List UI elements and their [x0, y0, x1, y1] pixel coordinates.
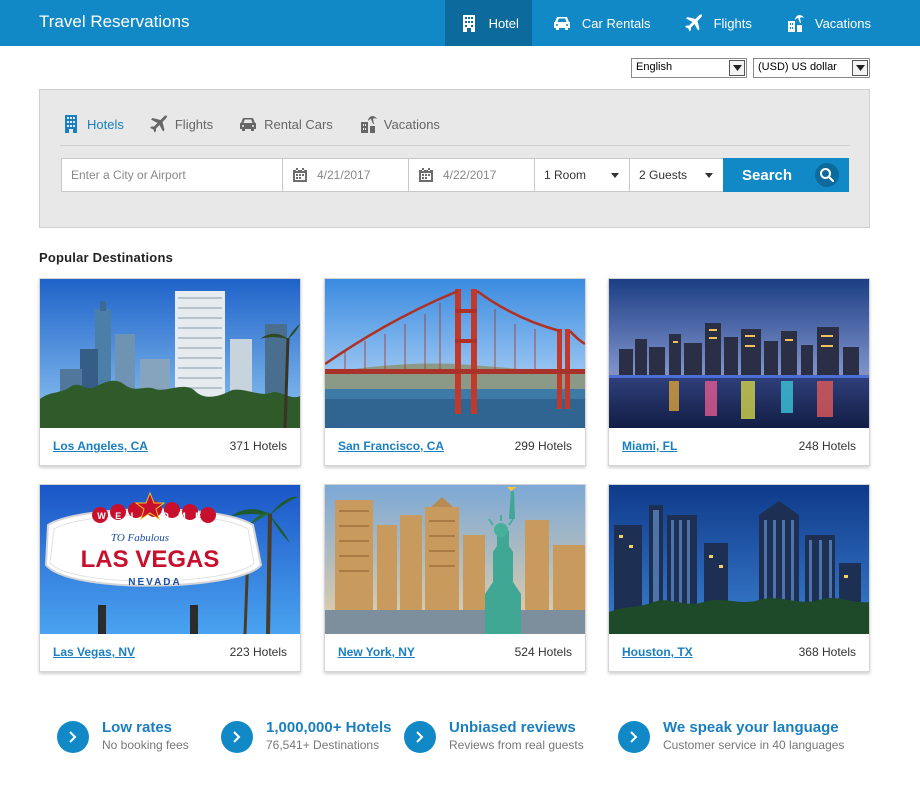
chevron-down-icon [852, 60, 868, 76]
chevron-right-icon[interactable] [404, 721, 436, 753]
hotel-count: 368 Hotels [798, 645, 856, 659]
dropdown-caret-icon [705, 173, 713, 178]
destination-card-houston[interactable]: Houston, TX 368 Hotels [608, 484, 870, 672]
feature-reviews: Unbiased reviews Reviews from real guest… [404, 719, 584, 754]
sign-nevada-text: NEVADA [128, 577, 181, 588]
sign-las-vegas-text: LAS VEGAS [81, 546, 220, 573]
calendar-icon [293, 168, 307, 182]
nav-flights[interactable]: Flights [670, 0, 765, 46]
destination-card-miami[interactable]: Miami, FL 248 Hotels [608, 278, 870, 466]
destination-card-new-york[interactable]: New York, NY 524 Hotels [324, 484, 586, 672]
feature-low-rates: Low rates No booking fees [57, 719, 189, 754]
nav-hotel-label: Hotel [488, 15, 519, 31]
tabs-divider [60, 145, 850, 146]
feature-title: 1,000,000+ Hotels [266, 719, 392, 736]
hotel-count: 223 Hotels [229, 645, 287, 659]
top-header: Travel Reservations Hotel Car Rentals Fl… [0, 0, 920, 46]
feature-subtitle: Customer service in 40 languages [663, 738, 845, 752]
airplane-icon [148, 112, 170, 136]
hotel-count: 524 Hotels [514, 645, 572, 659]
checkout-date-value: 4/22/2017 [443, 168, 497, 182]
vacation-icon [784, 12, 806, 34]
nav-car-rentals[interactable]: Car Rentals [538, 0, 664, 46]
search-tabs: Hotels Flights Rental Cars Vacations [60, 112, 464, 136]
feature-title: We speak your language [663, 719, 839, 736]
chevron-right-icon[interactable] [221, 721, 253, 753]
checkin-date-field[interactable]: 4/21/2017 [282, 158, 408, 192]
houston-photo [609, 485, 869, 634]
chevron-right-icon[interactable] [618, 721, 650, 753]
checkin-date-value: 4/21/2017 [317, 168, 371, 182]
car-icon [237, 112, 259, 136]
destination-link[interactable]: Los Angeles, CA [53, 439, 148, 453]
search-form: Enter a City or Airport 4/21/2017 4/22/2… [61, 158, 849, 192]
chevron-right-icon[interactable] [57, 721, 89, 753]
hotel-building-icon [60, 112, 82, 136]
feature-title: Unbiased reviews [449, 719, 576, 736]
hotel-count: 248 Hotels [798, 439, 856, 453]
tab-rental-cars-label: Rental Cars [264, 116, 333, 132]
new-york-photo [325, 485, 585, 634]
rooms-value: 1 Room [544, 168, 587, 182]
popular-heading: Popular Destinations [39, 250, 174, 265]
nav-vacations-label: Vacations [814, 15, 871, 31]
chevron-down-icon [729, 60, 745, 76]
miami-photo [609, 279, 869, 428]
checkout-date-field[interactable]: 4/22/2017 [408, 158, 534, 192]
search-panel: Hotels Flights Rental Cars Vacations Ent… [39, 89, 870, 228]
currency-select[interactable]: (USD) US dollar [753, 58, 870, 78]
car-icon [551, 12, 573, 34]
los-angeles-photo [40, 279, 300, 428]
tab-hotels[interactable]: Hotels [60, 112, 124, 136]
las-vegas-photo: WELCOME TO Fabulous LAS VEGAS NEVADA [40, 485, 300, 634]
hotel-building-icon [458, 12, 480, 34]
destination-placeholder: Enter a City or Airport [71, 168, 186, 182]
feature-subtitle: Reviews from real guests [449, 738, 584, 752]
tab-vacations[interactable]: Vacations [357, 112, 440, 136]
hotel-count: 371 Hotels [229, 439, 287, 453]
language-select-value: English [636, 61, 673, 73]
vacation-icon [357, 112, 379, 136]
nav-car-rentals-label: Car Rentals [581, 15, 651, 31]
hotel-count: 299 Hotels [514, 439, 572, 453]
tab-flights[interactable]: Flights [148, 112, 213, 136]
top-nav: Hotel Car Rentals Flights Vacations [439, 0, 884, 46]
tab-hotels-label: Hotels [87, 116, 124, 132]
sign-fabulous-text: TO Fabulous [111, 532, 169, 544]
rooms-select[interactable]: 1 Room [534, 158, 629, 192]
calendar-icon [419, 168, 433, 182]
destination-link[interactable]: Las Vegas, NV [53, 645, 135, 659]
language-select[interactable]: English [631, 58, 747, 78]
search-button[interactable]: Search [723, 158, 849, 192]
dropdown-caret-icon [611, 173, 619, 178]
feature-hotels: 1,000,000+ Hotels 76,541+ Destinations [221, 719, 392, 754]
currency-select-value: (USD) US dollar [758, 61, 837, 73]
nav-vacations[interactable]: Vacations [771, 0, 884, 46]
airplane-icon [683, 12, 705, 34]
feature-subtitle: 76,541+ Destinations [266, 738, 380, 752]
guests-value: 2 Guests [639, 168, 688, 182]
destination-link[interactable]: Houston, TX [622, 645, 693, 659]
destination-input[interactable]: Enter a City or Airport [61, 158, 282, 192]
brand-title[interactable]: Travel Reservations [39, 12, 190, 32]
destination-card-los-angeles[interactable]: Los Angeles, CA 371 Hotels [39, 278, 301, 466]
search-icon [815, 163, 839, 187]
nav-flights-label: Flights [713, 15, 752, 31]
destination-card-san-francisco[interactable]: San Francisco, CA 299 Hotels [324, 278, 586, 466]
destination-link[interactable]: San Francisco, CA [338, 439, 444, 453]
destination-link[interactable]: New York, NY [338, 645, 415, 659]
tab-flights-label: Flights [174, 116, 214, 132]
feature-title: Low rates [102, 719, 173, 736]
feature-subtitle: No booking fees [102, 738, 189, 752]
nav-hotel[interactable]: Hotel [444, 0, 532, 46]
search-button-label: Search [742, 166, 793, 184]
guests-select[interactable]: 2 Guests [629, 158, 723, 192]
tab-vacations-label: Vacations [383, 116, 440, 132]
feature-language: We speak your language Customer service … [618, 719, 844, 754]
san-francisco-photo [325, 279, 585, 428]
destination-card-las-vegas[interactable]: WELCOME TO Fabulous LAS VEGAS NEVADA Las… [39, 484, 301, 672]
tab-rental-cars[interactable]: Rental Cars [237, 112, 333, 136]
destination-link[interactable]: Miami, FL [622, 439, 677, 453]
